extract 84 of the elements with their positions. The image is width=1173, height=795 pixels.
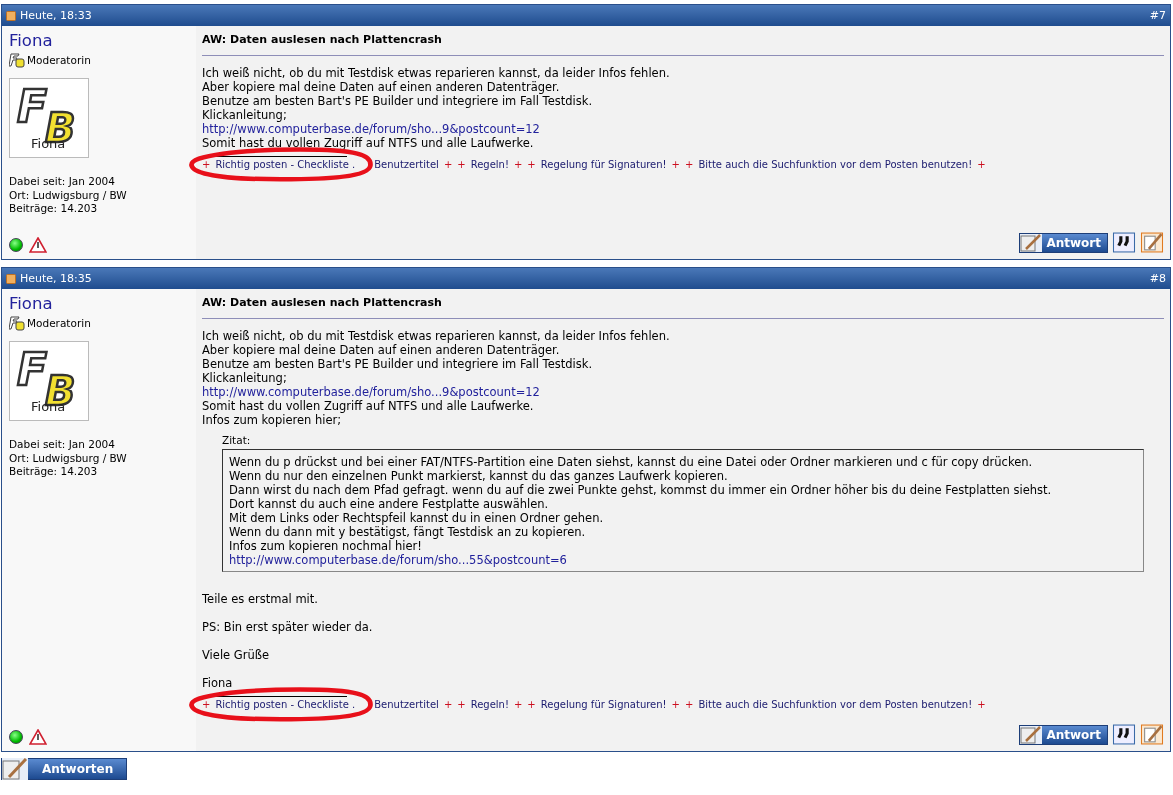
quote-button-icon[interactable] bbox=[1112, 724, 1136, 745]
quote-text: Dort kannst du auch eine andere Festplatte auswählen. bbox=[229, 497, 549, 511]
post-text: Ich weiß nicht, ob du mit Testdisk etwas reparieren kannst, da leider Infos fehlen. bbox=[202, 329, 670, 343]
rank-icon bbox=[9, 52, 25, 68]
post-text: Somit hast du vollen Zugriff auf NTFS und alle Laufwerke. bbox=[202, 136, 534, 150]
signature-link[interactable]: Regelung für Signaturen! bbox=[540, 159, 667, 170]
post-text: Klickanleitung; bbox=[202, 371, 287, 385]
quote-text: Wenn du dann mit y bestätigst, fängt Testdisk an zu kopieren. bbox=[229, 525, 586, 539]
plus-sign: + bbox=[527, 159, 536, 170]
signature-link[interactable]: Regeln! bbox=[470, 159, 509, 170]
post-text: Ich weiß nicht, ob du mit Testdisk etwas reparieren kannst, da leider Infos fehlen. bbox=[202, 66, 670, 80]
post-link[interactable]: http://www.computerbase.de/forum/sho...9&postcount=12 bbox=[202, 385, 540, 399]
report-warning-icon[interactable] bbox=[29, 729, 47, 745]
username-link[interactable]: Fiona bbox=[9, 294, 190, 313]
plus-sign: + bbox=[527, 699, 536, 710]
post-title: AW: Daten auslesen nach Plattencrash bbox=[202, 296, 443, 309]
quote-text: Wenn du nur den einzelnen Punkt markierst, kannst du das ganzes Laufwerk kopieren. bbox=[229, 469, 728, 483]
post-date: Heute, 18:33 bbox=[20, 9, 93, 22]
plus-sign: + bbox=[443, 699, 453, 710]
plus-sign: + bbox=[671, 159, 680, 170]
plus-sign: + bbox=[977, 699, 986, 710]
username-link[interactable]: Fiona bbox=[9, 31, 190, 50]
plus-sign: + bbox=[977, 159, 986, 170]
post-text: Fiona bbox=[202, 676, 233, 690]
plus-sign: + bbox=[513, 699, 523, 710]
post-text: Viele Grüße bbox=[202, 648, 270, 662]
rank-icon bbox=[9, 315, 25, 331]
user-rank: Moderatorin bbox=[27, 54, 91, 66]
post-link[interactable]: http://www.computerbase.de/forum/sho...9&postcount=12 bbox=[202, 122, 540, 136]
user-stat: Beiträge: 14.203 bbox=[9, 202, 99, 216]
post-text: Benutze am besten Bart's PE Builder und integriere im Fall Testdisk. bbox=[202, 94, 593, 108]
plus-sign: + bbox=[685, 699, 694, 710]
edit-button-icon[interactable] bbox=[1140, 232, 1164, 253]
signature-link[interactable]: Benutzertitel bbox=[374, 699, 439, 710]
user-stat: Ort: Ludwigsburg / BW bbox=[9, 188, 128, 202]
plus-sign: + bbox=[202, 159, 211, 170]
user-stat: Dabei seit: Jan 2004 bbox=[9, 175, 116, 189]
post-text: PS: Bin erst später wieder da. bbox=[202, 620, 373, 634]
quote-text: Wenn du p drückst und bei einer FAT/NTFS-Partition eine Daten siehst, kannst du eine Datei oder Ordner markieren und c für copy drücken. bbox=[229, 455, 1033, 469]
user-stat: Dabei seit: Jan 2004 bbox=[9, 438, 116, 452]
post-icon bbox=[6, 273, 16, 284]
post-text: Aber kopiere mal deine Daten auf einen anderen Datenträger. bbox=[202, 80, 560, 94]
user-stat: Beiträge: 14.203 bbox=[9, 465, 99, 479]
plus-sign: + bbox=[685, 159, 694, 170]
user-rank: Moderatorin bbox=[27, 317, 91, 329]
plus-sign: + bbox=[671, 699, 680, 710]
post-text: Klickanleitung; bbox=[202, 108, 287, 122]
plus-sign: + bbox=[443, 159, 453, 170]
quote-button-icon[interactable] bbox=[1112, 232, 1136, 253]
signature-link[interactable]: Benutzertitel bbox=[374, 159, 439, 170]
reply-button[interactable]: Antwort bbox=[1019, 232, 1108, 253]
post-text: Benutze am besten Bart's PE Builder und integriere im Fall Testdisk. bbox=[202, 357, 593, 371]
post-text: Somit hast du vollen Zugriff auf NTFS und alle Laufwerke. bbox=[202, 399, 534, 413]
post-text: Infos zum kopieren hier; bbox=[202, 413, 342, 427]
post-text: Teile es erstmal mit. bbox=[202, 592, 318, 606]
reply-button[interactable]: Antwort bbox=[1019, 724, 1108, 745]
user-stat: Ort: Ludwigsburg / BW bbox=[9, 451, 128, 465]
signature-link[interactable]: Richtig posten - Checkliste . bbox=[215, 159, 356, 170]
post-date: Heute, 18:35 bbox=[20, 272, 93, 285]
quote-link[interactable]: http://www.computerbase.de/forum/sho...55&postcount=6 bbox=[229, 553, 567, 567]
plus-sign: + bbox=[202, 699, 211, 710]
signature-link[interactable]: Regeln! bbox=[470, 699, 509, 710]
edit-button-icon[interactable] bbox=[1140, 724, 1164, 745]
post-text: Aber kopiere mal deine Daten auf einen anderen Datenträger. bbox=[202, 343, 560, 357]
quote-text: Infos zum kopieren nochmal hier! bbox=[229, 539, 422, 553]
signature-link[interactable]: Regelung für Signaturen! bbox=[540, 699, 667, 710]
plus-sign: + bbox=[457, 699, 466, 710]
reply-button[interactable]: Antworten bbox=[1, 758, 127, 780]
signature-link[interactable]: Bitte auch die Suchfunktion vor dem Posten benutzen! bbox=[698, 699, 973, 710]
plus-sign: + bbox=[457, 159, 466, 170]
quote-label: Zitat: bbox=[222, 434, 251, 446]
quote-text: Mit dem Links oder Rechtspfeil kannst du in einen Ordner gehen. bbox=[229, 511, 604, 525]
pen-paper-icon bbox=[2, 758, 28, 780]
post-title: AW: Daten auslesen nach Plattencrash bbox=[202, 33, 443, 46]
post-number-link[interactable]: #7 bbox=[1149, 9, 1166, 22]
post-icon bbox=[6, 10, 16, 21]
plus-sign: + bbox=[513, 159, 523, 170]
post-number-link[interactable]: #8 bbox=[1149, 272, 1166, 285]
pen-paper-icon bbox=[1020, 725, 1043, 744]
quote-text: Dann wirst du nach dem Pfad gefragt. wenn du auf die zwei Punkte gehst, kommst du immer ein Ordner höher bis du deine Festplatten siehst. bbox=[229, 483, 1052, 497]
signature-link[interactable]: Bitte auch die Suchfunktion vor dem Posten benutzen! bbox=[698, 159, 973, 170]
signature-link[interactable]: Richtig posten - Checkliste . bbox=[215, 699, 356, 710]
report-warning-icon[interactable] bbox=[29, 237, 47, 253]
pen-paper-icon bbox=[1020, 233, 1043, 252]
